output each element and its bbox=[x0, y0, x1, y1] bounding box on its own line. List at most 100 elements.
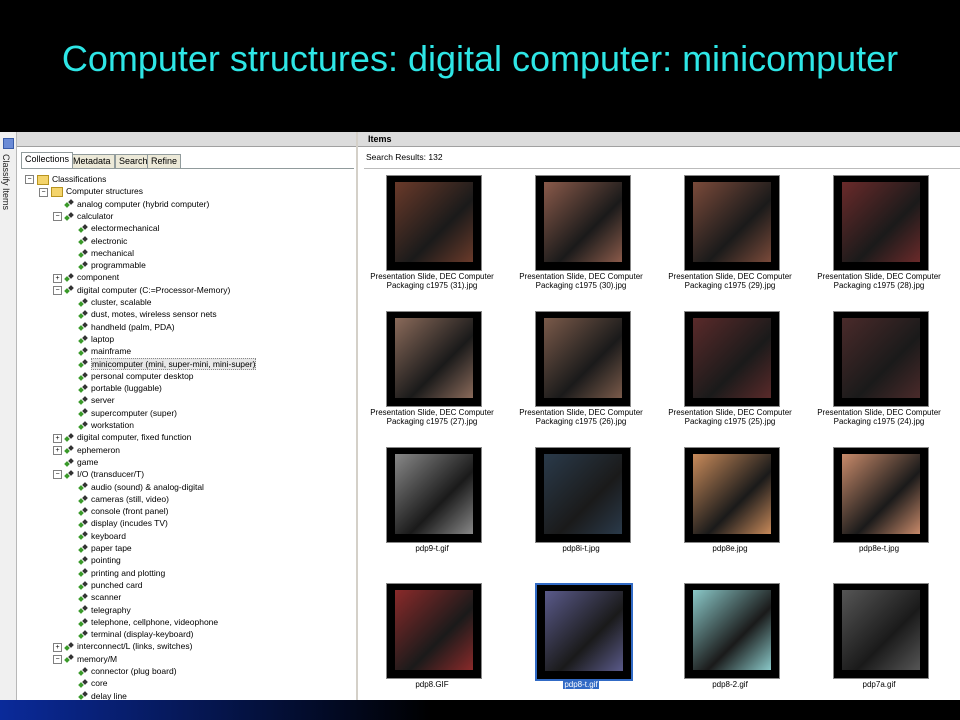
item-thumbnail[interactable]: pdp9-t.gif bbox=[364, 441, 500, 561]
tree-item[interactable]: delay line bbox=[67, 690, 127, 700]
tree-item[interactable]: + interconnect/L (links, switches) bbox=[53, 640, 192, 652]
item-thumbnail[interactable]: pdp7a.gif bbox=[811, 577, 947, 697]
tab-collections[interactable]: Collections bbox=[21, 152, 74, 168]
tree-item[interactable]: printing and plotting bbox=[67, 567, 165, 579]
tree-item[interactable]: + component bbox=[53, 271, 119, 283]
thumbnail-image[interactable] bbox=[684, 311, 780, 407]
tree-item[interactable]: electronic bbox=[67, 235, 127, 247]
tree-item[interactable]: workstation bbox=[67, 419, 134, 431]
tree-item[interactable]: cameras (still, video) bbox=[67, 493, 169, 505]
tree-item[interactable]: + ephemeron bbox=[53, 444, 120, 456]
tree-item[interactable]: terminal (display-keyboard) bbox=[67, 628, 194, 640]
thumbnail-image[interactable] bbox=[386, 311, 482, 407]
tree-item[interactable]: portable (luggable) bbox=[67, 382, 162, 394]
category-tag-icon bbox=[79, 237, 88, 245]
item-thumbnail[interactable]: pdp8e.jpg bbox=[662, 441, 798, 561]
tree-item[interactable]: game bbox=[53, 456, 98, 468]
tree-item[interactable]: connector (plug board) bbox=[67, 665, 177, 677]
tree-item[interactable]: handheld (palm, PDA) bbox=[67, 321, 175, 333]
tree-item[interactable]: audio (sound) & analog-digital bbox=[67, 481, 204, 493]
tree-item[interactable]: console (front panel) bbox=[67, 505, 169, 517]
thumbnail-image[interactable] bbox=[535, 175, 631, 271]
tree-item[interactable]: pointing bbox=[67, 554, 121, 566]
items-panel: Items Search Results: 132 Presentation S… bbox=[358, 132, 960, 700]
collapse-icon[interactable]: − bbox=[53, 470, 62, 480]
thumbnail-image[interactable] bbox=[833, 447, 929, 543]
tree-item-label: digital computer (C:=Processor-Memory) bbox=[77, 284, 231, 295]
tree-item[interactable]: telephone, cellphone, videophone bbox=[67, 616, 218, 628]
photo-content bbox=[544, 454, 622, 534]
photo-content bbox=[395, 318, 473, 398]
tree-item[interactable]: telegraphy bbox=[67, 604, 131, 616]
tree-item[interactable]: − calculator bbox=[53, 210, 113, 222]
tree-item[interactable]: − Computer structures bbox=[39, 185, 143, 198]
expand-icon[interactable]: + bbox=[53, 445, 62, 455]
tree-item[interactable]: − memory/M bbox=[53, 653, 117, 665]
tree-item[interactable]: dust, motes, wireless sensor nets bbox=[67, 308, 217, 320]
category-tag-icon bbox=[79, 373, 88, 381]
thumbnail-image[interactable] bbox=[684, 583, 780, 679]
tree-item[interactable]: − digital computer (C:=Processor-Memory) bbox=[53, 284, 230, 296]
tree-item[interactable]: personal computer desktop bbox=[67, 370, 194, 382]
tree-item[interactable]: core bbox=[67, 677, 108, 689]
item-thumbnail[interactable]: Presentation Slide, DEC Computer Packagi… bbox=[662, 305, 798, 426]
item-thumbnail[interactable]: Presentation Slide, DEC Computer Packagi… bbox=[811, 305, 947, 426]
thumbnail-image[interactable] bbox=[535, 311, 631, 407]
expand-icon[interactable]: + bbox=[53, 273, 62, 283]
tree-item-label: mechanical bbox=[91, 247, 134, 258]
thumbnail-image[interactable] bbox=[833, 175, 929, 271]
item-thumbnail[interactable]: Presentation Slide, DEC Computer Packagi… bbox=[513, 169, 649, 290]
thumbnail-image[interactable] bbox=[833, 583, 929, 679]
tree-item[interactable]: keyboard bbox=[67, 530, 126, 542]
collapse-icon[interactable]: − bbox=[25, 175, 34, 185]
tree-item[interactable]: laptop bbox=[67, 333, 114, 345]
classify-items-strip[interactable]: Classify Items bbox=[0, 132, 17, 700]
tree-item[interactable]: punched card bbox=[67, 579, 143, 591]
item-thumbnail[interactable]: pdp8i-t.jpg bbox=[513, 441, 649, 561]
item-thumbnail[interactable]: pdp8-2.gif bbox=[662, 577, 798, 697]
item-thumbnail[interactable]: pdp8.GIF bbox=[364, 577, 500, 697]
tree-item[interactable]: − I/O (transducer/T) bbox=[53, 468, 144, 480]
tree-item[interactable]: mainframe bbox=[67, 345, 131, 357]
tree-item[interactable]: + digital computer, fixed function bbox=[53, 431, 191, 443]
thumbnail-image[interactable] bbox=[386, 583, 482, 679]
thumbnail-image[interactable] bbox=[535, 447, 631, 543]
item-thumbnail[interactable]: pdp8-t.gif bbox=[513, 577, 649, 697]
tree-item[interactable]: paper tape bbox=[67, 542, 132, 554]
category-tag-icon bbox=[79, 496, 88, 504]
tree-item[interactable]: minicomputer (mini, super-mini, mini-sup… bbox=[67, 357, 257, 370]
tree-item[interactable]: mechanical bbox=[67, 247, 134, 259]
thumbnail-image[interactable] bbox=[684, 175, 780, 271]
category-tag-icon bbox=[79, 680, 88, 688]
tree-item-label: console (front panel) bbox=[91, 506, 169, 517]
tree-item[interactable]: analog computer (hybrid computer) bbox=[53, 198, 209, 210]
item-thumbnail[interactable]: Presentation Slide, DEC Computer Packagi… bbox=[662, 169, 798, 290]
tree-item[interactable]: display (incudes TV) bbox=[67, 517, 168, 529]
collapse-icon[interactable]: − bbox=[53, 285, 62, 295]
item-thumbnail[interactable]: pdp8e-t.jpg bbox=[811, 441, 947, 561]
tree-item[interactable]: cluster, scalable bbox=[67, 296, 151, 308]
item-thumbnail[interactable]: Presentation Slide, DEC Computer Packagi… bbox=[364, 169, 500, 290]
thumbnail-image[interactable] bbox=[684, 447, 780, 543]
collapse-icon[interactable]: − bbox=[53, 654, 62, 664]
collapse-icon[interactable]: − bbox=[53, 212, 62, 222]
tree-item[interactable]: server bbox=[67, 394, 115, 406]
tab-metadata[interactable]: Metadata bbox=[69, 154, 115, 168]
tree-item[interactable]: supercomputer (super) bbox=[67, 407, 177, 419]
thumbnail-image[interactable] bbox=[386, 447, 482, 543]
item-thumbnail[interactable]: Presentation Slide, DEC Computer Packagi… bbox=[364, 305, 500, 426]
thumbnail-image[interactable] bbox=[535, 583, 633, 681]
tree-item[interactable]: electormechanical bbox=[67, 222, 160, 234]
thumbnail-image[interactable] bbox=[386, 175, 482, 271]
expand-icon[interactable]: + bbox=[53, 433, 62, 443]
item-thumbnail[interactable]: Presentation Slide, DEC Computer Packagi… bbox=[811, 169, 947, 290]
tab-refine[interactable]: Refine bbox=[147, 154, 182, 168]
tree-item[interactable]: scanner bbox=[67, 591, 121, 603]
item-thumbnail[interactable]: Presentation Slide, DEC Computer Packagi… bbox=[513, 305, 649, 426]
expand-icon[interactable]: + bbox=[53, 642, 62, 652]
tree-item[interactable]: − Classifications bbox=[25, 173, 106, 185]
collapse-icon[interactable]: − bbox=[39, 187, 48, 197]
tree-item[interactable]: programmable bbox=[67, 259, 146, 271]
tree-item-label: cluster, scalable bbox=[91, 297, 152, 307]
thumbnail-image[interactable] bbox=[833, 311, 929, 407]
